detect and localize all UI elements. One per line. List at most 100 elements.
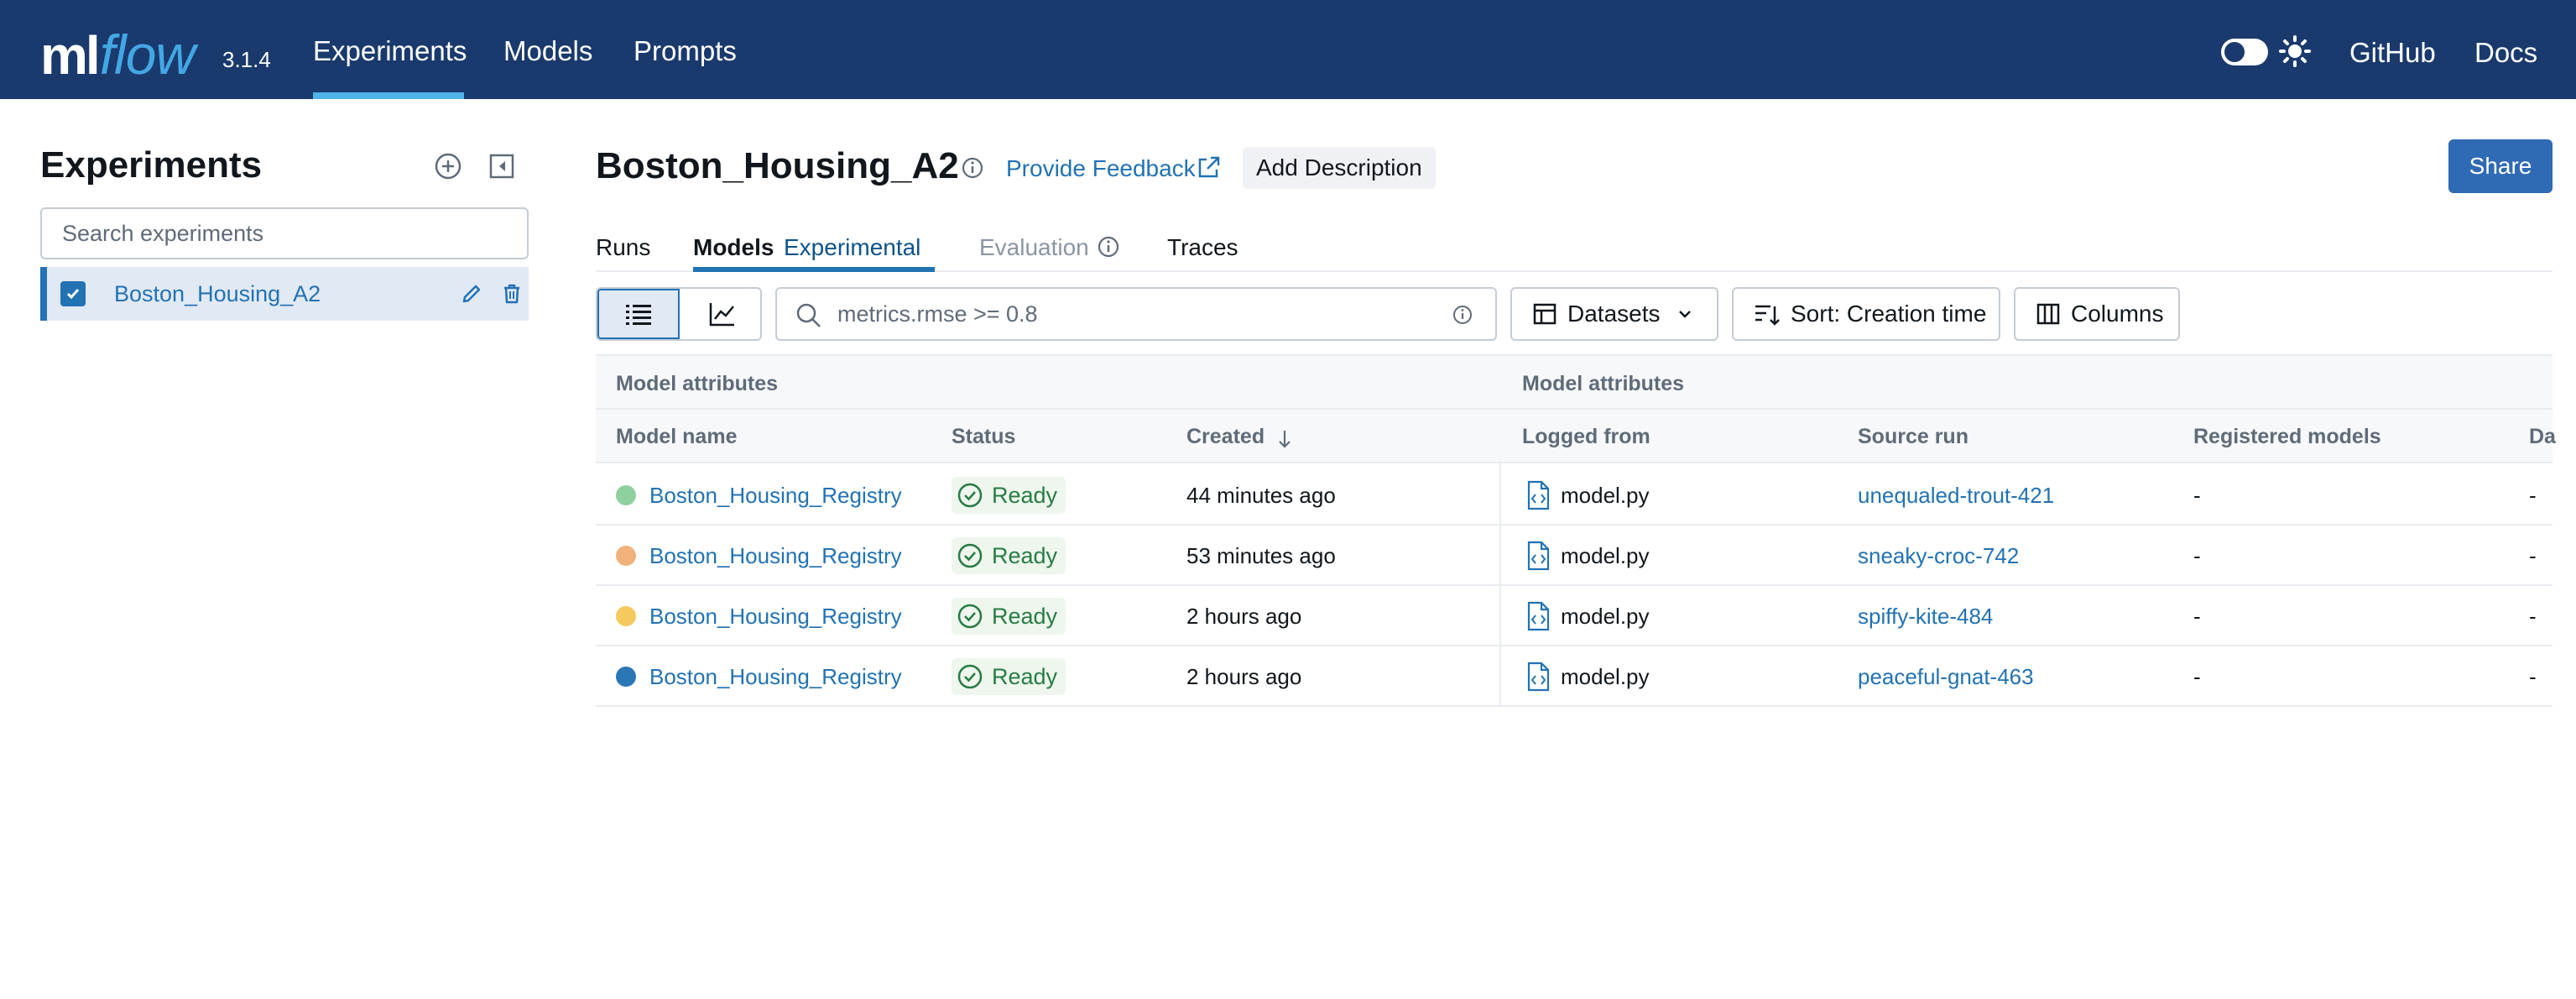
created-time: 2 hours ago — [1186, 604, 1302, 629]
truncated-column-value: - — [2529, 543, 2537, 568]
tab-runs[interactable]: Runs — [596, 234, 650, 261]
sort-dropdown[interactable]: Sort: Creation time — [1732, 287, 2000, 341]
tab-evaluation[interactable]: Evaluation — [979, 234, 1089, 261]
nav-prompts[interactable]: Prompts — [634, 35, 737, 67]
experiment-search-input[interactable] — [42, 209, 527, 258]
add-experiment-button[interactable] — [431, 149, 465, 183]
run-color-dot — [616, 606, 636, 626]
created-time: 2 hours ago — [1186, 664, 1302, 689]
provide-feedback-link[interactable]: Provide Feedback — [1006, 155, 1196, 182]
table-row: Boston_Housing_Registry Ready 2 hours ago m… — [596, 646, 2553, 707]
status-badge: Ready — [952, 598, 1066, 635]
check-circle-icon — [957, 543, 983, 568]
status-text: Ready — [992, 663, 1058, 689]
column-header-registered-models[interactable]: Registered models — [2193, 425, 2381, 449]
table-header-row: Model name Status Created Logged from So… — [596, 410, 2556, 463]
run-color-dot — [616, 546, 636, 566]
nav-active-indicator — [313, 92, 464, 99]
external-link-icon[interactable] — [1195, 154, 1222, 181]
model-name-link[interactable]: Boston_Housing_Registry — [649, 543, 902, 569]
sidebar-collapse-icon — [489, 154, 514, 179]
chevron-down-icon — [1678, 311, 1691, 318]
experiment-list-item[interactable]: Boston_Housing_A2 — [40, 267, 529, 321]
check-circle-icon — [957, 604, 983, 629]
mlflow-logo[interactable]: ml flow — [40, 12, 196, 86]
table-row: Boston_Housing_Registry Ready 2 hours ago m… — [596, 586, 2553, 646]
edit-experiment-button[interactable] — [455, 277, 488, 311]
source-run-link[interactable]: unequaled-trout-421 — [1858, 483, 2054, 509]
sun-icon[interactable] — [2278, 34, 2312, 68]
table-row: Boston_Housing_Registry Ready 44 minutes a… — [596, 465, 2553, 526]
check-circle-icon — [957, 483, 983, 508]
line-chart-icon — [709, 303, 734, 327]
info-icon[interactable] — [1452, 304, 1473, 326]
status-text: Ready — [992, 542, 1058, 568]
column-header-logged-from[interactable]: Logged from — [1522, 425, 1650, 449]
chart-view-button[interactable] — [681, 289, 760, 339]
column-header-source-run[interactable]: Source run — [1858, 425, 1969, 449]
model-name-link[interactable]: Boston_Housing_Registry — [649, 664, 902, 690]
datasets-dropdown[interactable]: Datasets — [1510, 287, 1718, 341]
status-badge: Ready — [952, 658, 1066, 695]
tab-models[interactable]: Models — [693, 234, 774, 261]
logo-flow-text: flow — [99, 24, 196, 86]
check-circle-icon — [957, 664, 983, 689]
source-run-link[interactable]: spiffy-kite-484 — [1858, 604, 1993, 630]
column-header-truncated[interactable]: Da — [2529, 425, 2556, 449]
columns-button[interactable]: Columns — [2014, 287, 2180, 341]
status-text: Ready — [992, 603, 1058, 629]
status-text: Ready — [992, 482, 1058, 508]
table-icon — [1533, 303, 1557, 325]
nav-models[interactable]: Models — [503, 35, 592, 67]
theme-toggle[interactable] — [2221, 39, 2268, 65]
truncated-column-value: - — [2529, 604, 2537, 629]
checkmark-icon — [66, 289, 80, 300]
docs-link[interactable]: Docs — [2474, 37, 2537, 69]
add-description-button[interactable]: Add Description — [1243, 147, 1436, 189]
arrow-down-icon[interactable] — [1275, 428, 1294, 450]
datasets-label: Datasets — [1567, 301, 1661, 327]
tab-traces[interactable]: Traces — [1167, 234, 1238, 261]
truncated-column-value: - — [2529, 664, 2537, 689]
trash-icon — [504, 284, 519, 304]
nav-experiments[interactable]: Experiments — [313, 35, 467, 67]
experiment-name[interactable]: Boston_Housing_A2 — [114, 281, 321, 307]
source-run-link[interactable]: sneaky-croc-742 — [1858, 543, 2019, 569]
tab-active-indicator — [693, 267, 935, 272]
experimental-badge: Experimental — [784, 234, 921, 260]
collapse-sidebar-button[interactable] — [485, 149, 519, 183]
registered-models-value: - — [2193, 483, 2201, 508]
group-header-label: Model attributes — [1522, 372, 1685, 395]
logo-ml-text: ml — [40, 25, 101, 86]
filter-input[interactable] — [837, 289, 1425, 339]
logged-from-file[interactable]: model.py — [1561, 664, 1650, 690]
list-view-button[interactable] — [597, 289, 680, 339]
share-button[interactable]: Share — [2448, 139, 2553, 193]
columns-icon — [2036, 303, 2060, 325]
logged-from-file[interactable]: model.py — [1561, 543, 1650, 569]
code-file-icon — [1527, 480, 1550, 510]
registered-models-value: - — [2193, 543, 2201, 568]
column-header-status[interactable]: Status — [952, 425, 1015, 449]
sort-icon — [1755, 305, 1780, 326]
source-run-link[interactable]: peaceful-gnat-463 — [1858, 664, 2034, 690]
github-link[interactable]: GitHub — [2349, 37, 2436, 69]
column-header-model-name[interactable]: Model name — [616, 425, 737, 449]
sidebar-title: Experiments — [40, 144, 263, 186]
registered-models-value: - — [2193, 604, 2201, 629]
info-icon[interactable] — [961, 156, 984, 180]
model-name-link[interactable]: Boston_Housing_Registry — [649, 483, 902, 509]
logged-from-file[interactable]: model.py — [1561, 604, 1650, 630]
run-color-dot — [616, 485, 636, 505]
experiment-search-box — [40, 207, 529, 259]
search-icon — [796, 303, 821, 327]
group-header-label: Model attributes — [616, 372, 779, 395]
plus-circle-icon — [435, 153, 461, 180]
view-mode-toggle — [596, 287, 762, 341]
delete-experiment-button[interactable] — [495, 277, 529, 311]
logged-from-file[interactable]: model.py — [1561, 483, 1650, 509]
experiment-checkbox[interactable] — [60, 281, 86, 306]
column-header-created[interactable]: Created — [1186, 425, 1265, 449]
code-file-icon — [1527, 541, 1550, 571]
model-name-link[interactable]: Boston_Housing_Registry — [649, 604, 902, 630]
